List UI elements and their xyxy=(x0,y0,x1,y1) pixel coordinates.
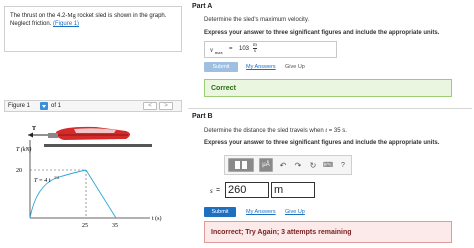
part-b-give-up-link[interactable]: Give Up xyxy=(285,209,305,215)
part-a-answer-box: v max = 103 m s xyxy=(204,41,337,58)
units-button[interactable]: μÅ xyxy=(259,158,273,172)
x-tick-25: 25 xyxy=(82,223,88,229)
part-b-instruction: Express your answer to three significant… xyxy=(204,140,440,146)
help-icon[interactable]: ? xyxy=(338,158,348,172)
unit-denominator: s xyxy=(253,48,257,54)
template-box-icon xyxy=(242,161,247,169)
previous-figure-button[interactable]: < xyxy=(143,102,157,110)
part-a-instruction: Express your answer to three significant… xyxy=(204,30,440,36)
reset-icon[interactable]: ↻ xyxy=(308,158,318,172)
problem-unit: Mg xyxy=(67,13,76,19)
rocket-thrust-label: T xyxy=(32,126,36,132)
part-b-result-incorrect: Incorrect; Try Again; 3 attempts remaini… xyxy=(204,221,452,243)
problem-statement: The thrust on the 4.2-Mg rocket sled is … xyxy=(4,6,182,52)
figure-select-dropdown[interactable] xyxy=(40,102,49,110)
part-a-equals: = xyxy=(229,46,233,52)
redo-icon[interactable]: ↷ xyxy=(293,158,303,172)
figure-label: Figure 1 xyxy=(8,103,31,109)
templates-button[interactable] xyxy=(228,158,254,172)
part-b-value-input[interactable]: 260 xyxy=(225,182,269,198)
problem-panel: The thrust on the 4.2-Mg rocket sled is … xyxy=(0,0,186,248)
part-a-question: Determine the sled's maximum velocity. xyxy=(204,17,310,23)
part-b-submit-button[interactable]: Submit xyxy=(204,207,236,217)
thrust-graph: T T (kN) t (s) 20 25 35 T = 4 t 1/2 xyxy=(4,118,182,238)
section-divider xyxy=(188,108,472,109)
part-b-equals: = xyxy=(216,187,221,194)
thrust-curve-falling xyxy=(85,169,117,219)
part-b-variable: s xyxy=(210,187,213,195)
part-b-question: Determine the distance the sled travels … xyxy=(204,128,347,134)
part-a-my-answers-link[interactable]: My Answers xyxy=(246,64,276,70)
template-frac-icon xyxy=(235,161,240,169)
part-a-answer-value[interactable]: 103 xyxy=(239,46,249,52)
part-b-unit-input[interactable]: m xyxy=(271,182,315,198)
y-tick-20: 20 xyxy=(16,168,22,174)
x-tick-35: 35 xyxy=(112,223,118,229)
y-axis-label: T (kN) xyxy=(16,146,31,153)
undo-icon[interactable]: ↶ xyxy=(278,158,288,172)
part-a-give-up-link[interactable]: Give Up xyxy=(285,64,305,70)
part-b-question-prefix: Determine the distance the sled travels … xyxy=(204,128,326,134)
equation-toolbar: μÅ ↶ ↷ ↻ ⌨ ? xyxy=(224,155,352,175)
figure-link[interactable]: (Figure 1) xyxy=(53,21,79,27)
keyboard-icon[interactable]: ⌨ xyxy=(323,158,333,172)
next-figure-button[interactable]: > xyxy=(159,102,173,110)
curve-equation: T = 4 t xyxy=(34,177,51,184)
part-a-variable: v xyxy=(210,46,214,54)
unit-numerator: m xyxy=(253,43,257,48)
part-b-my-answers-link[interactable]: My Answers xyxy=(246,209,276,215)
thrust-graph-svg: T T (kN) t (s) 20 25 35 T = 4 t 1/2 xyxy=(16,126,162,229)
problem-text-1: The thrust on the 4.2- xyxy=(10,13,68,19)
part-a-submit-button[interactable]: Submit xyxy=(204,62,238,72)
curve-exponent: 1/2 xyxy=(54,175,59,180)
answer-panel: Part A Determine the sled's maximum velo… xyxy=(188,0,474,248)
figure-count: of 1 xyxy=(51,103,62,109)
figure-navigator: Figure 1 of 1 < > xyxy=(4,100,182,112)
rocket-sled-image xyxy=(28,126,152,147)
part-b-title: Part B xyxy=(192,113,213,120)
x-axis-label: t (s) xyxy=(152,215,162,222)
part-a-title: Part A xyxy=(192,3,213,10)
part-b-question-suffix: = 35 s. xyxy=(327,128,347,134)
part-a-answer-unit: m s xyxy=(253,43,257,54)
part-a-result-correct: Correct xyxy=(204,79,452,97)
part-a-variable-sub: max xyxy=(215,50,223,55)
